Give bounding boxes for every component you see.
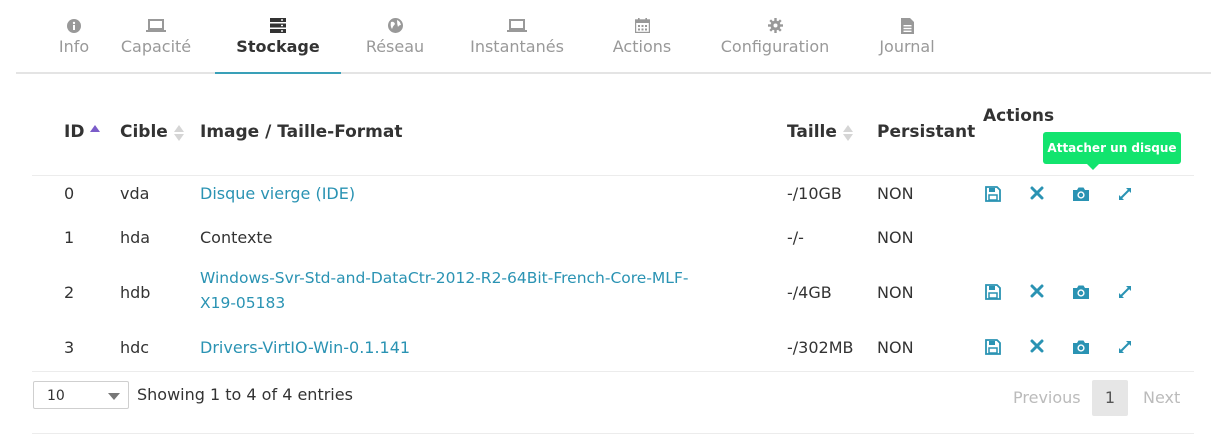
globe-icon — [349, 15, 441, 35]
next-button[interactable]: Next — [1143, 388, 1180, 407]
header-id[interactable]: ID — [64, 122, 101, 142]
laptop-icon — [114, 15, 198, 35]
save-icon[interactable] — [985, 339, 1003, 357]
header-cible-label: Cible — [120, 122, 168, 142]
tab-label: Capacité — [120, 37, 192, 56]
sort-icon — [173, 123, 184, 141]
camera-icon[interactable] — [1072, 339, 1090, 357]
cell-taille: -/302MB — [787, 338, 854, 357]
cell-image: Contexte — [200, 228, 273, 247]
info-circle-icon — [34, 15, 114, 35]
tab-capacite[interactable]: Capacité — [114, 0, 198, 72]
calendar-icon — [598, 15, 686, 35]
page-1-button[interactable]: 1 — [1092, 380, 1128, 416]
header-taille-label: Taille — [787, 122, 837, 142]
cell-persistant: NON — [877, 184, 914, 203]
header-cible[interactable]: Cible — [120, 122, 184, 142]
cell-persistant: NON — [877, 283, 914, 302]
laptop-icon — [461, 15, 573, 35]
cell-cible: vda — [120, 184, 150, 203]
cell-taille: -/10GB — [787, 184, 842, 203]
camera-icon[interactable] — [1072, 284, 1090, 302]
close-icon[interactable] — [1030, 284, 1048, 302]
image-link[interactable]: Windows-Svr-Std-and-DataCtr-2012-R2-64Bi… — [200, 269, 688, 287]
tab-label: Journal — [879, 37, 935, 56]
close-icon[interactable] — [1030, 186, 1048, 204]
divider — [32, 175, 1194, 176]
expand-icon[interactable] — [1117, 339, 1135, 357]
cell-id: 2 — [64, 283, 75, 302]
gear-icon — [712, 15, 838, 35]
tab-label: Réseau — [365, 37, 425, 56]
image-link-line2[interactable]: X19-05183 — [200, 294, 285, 312]
header-id-label: ID — [64, 122, 85, 142]
close-icon[interactable] — [1030, 339, 1048, 357]
header-persistant: Persistant — [877, 122, 976, 142]
chevron-down-icon — [108, 393, 120, 400]
header-image: Image / Taille-Format — [200, 122, 403, 142]
tab-stockage[interactable]: Stockage — [215, 0, 341, 74]
tab-info[interactable]: Info — [34, 0, 114, 72]
cell-cible: hda — [120, 228, 151, 247]
header-taille[interactable]: Taille — [787, 122, 853, 142]
expand-icon[interactable] — [1117, 186, 1135, 204]
tab-journal[interactable]: Journal — [866, 0, 948, 72]
tab-label: Actions — [612, 37, 672, 56]
cell-id: 0 — [64, 184, 75, 203]
cell-persistant: NON — [877, 338, 914, 357]
image-link[interactable]: Drivers-VirtIO-Win-0.1.141 — [200, 338, 410, 357]
expand-icon[interactable] — [1117, 284, 1135, 302]
camera-icon[interactable] — [1072, 186, 1090, 204]
image-link[interactable]: Disque vierge (IDE) — [200, 184, 355, 203]
tab-configuration[interactable]: Configuration — [712, 0, 838, 72]
cell-cible: hdb — [120, 283, 151, 302]
cell-cible: hdc — [120, 338, 150, 357]
tab-label: Info — [58, 37, 90, 56]
divider — [32, 371, 1194, 372]
tab-bar: Info Capacité Stockage Réseau Instantané… — [16, 0, 1211, 74]
tab-reseau[interactable]: Réseau — [349, 0, 441, 72]
cell-taille: -/4GB — [787, 283, 832, 302]
previous-button[interactable]: Previous — [1013, 388, 1081, 407]
cell-taille: -/- — [787, 228, 804, 247]
divider — [32, 433, 1194, 434]
tab-label: Configuration — [720, 37, 830, 56]
save-icon[interactable] — [985, 284, 1003, 302]
header-actions: Actions — [983, 106, 1055, 126]
sort-icon — [842, 123, 853, 141]
tab-instantanes[interactable]: Instantanés — [461, 0, 573, 72]
cell-id: 3 — [64, 338, 75, 357]
page-length-select[interactable]: 10 — [33, 381, 129, 409]
page-length-value: 10 — [47, 388, 65, 404]
cell-id: 1 — [64, 228, 75, 247]
server-icon — [215, 15, 341, 35]
file-icon — [866, 15, 948, 35]
save-icon[interactable] — [985, 186, 1003, 204]
tab-label: Instantanés — [470, 37, 564, 56]
tab-label: Stockage — [236, 37, 320, 56]
table-info: Showing 1 to 4 of 4 entries — [137, 385, 353, 404]
tab-actions[interactable]: Actions — [598, 0, 686, 72]
cell-persistant: NON — [877, 228, 914, 247]
sort-asc-icon — [90, 123, 101, 141]
tooltip-attach-disk: Attacher un disque — [1043, 132, 1181, 170]
